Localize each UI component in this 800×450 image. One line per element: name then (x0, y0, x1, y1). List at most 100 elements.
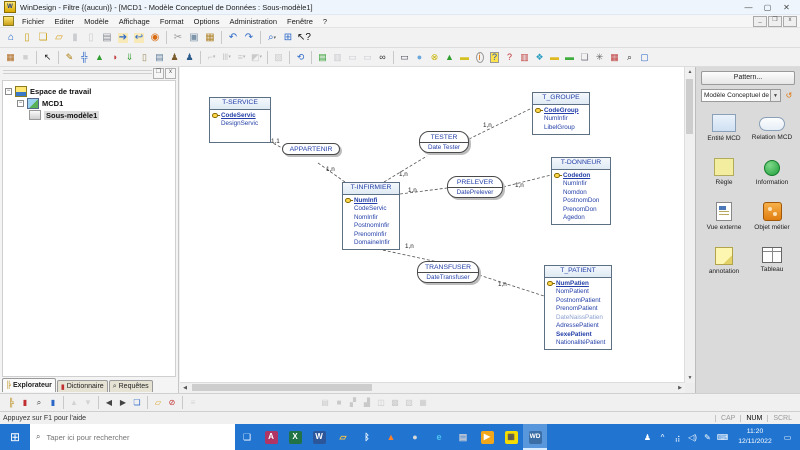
vlc-taskbar-button[interactable]: ▲ (379, 424, 403, 450)
search-button[interactable]: ⌕ (32, 396, 46, 410)
excel-taskbar-button[interactable]: X (283, 424, 307, 450)
relation-transfuser[interactable]: TRANSFUSERDateTransfuser (417, 261, 479, 283)
user-schedule-button[interactable]: ♟ (182, 49, 197, 65)
exclusion-tool-button[interactable]: ⊗ (427, 49, 442, 65)
scroll-down-arrow[interactable]: ▼ (685, 373, 695, 383)
molecule-tool-button[interactable]: ✳ (592, 49, 607, 65)
form-button[interactable]: ▤ (152, 49, 167, 65)
minimize-button[interactable]: — (739, 1, 758, 14)
constraint-tool-button[interactable]: ? (502, 49, 517, 65)
hierarchy-button[interactable]: ╬ (77, 49, 92, 65)
fill-mode-button[interactable]: ■ (332, 396, 346, 410)
nav-right-button[interactable]: ▶ (116, 396, 130, 410)
menu-fen-tre[interactable]: Fenêtre (282, 17, 318, 26)
ellipse-tool-button[interactable]: ● (412, 49, 427, 65)
menu-options[interactable]: Options (189, 17, 225, 26)
panel-close-button[interactable]: x (165, 68, 176, 79)
vertical-scroll-thumb[interactable] (686, 79, 693, 134)
windesign-doc-taskbar-button[interactable]: ▦ (499, 424, 523, 450)
publish-web-button[interactable]: ◉ (147, 30, 163, 46)
start-button[interactable]: ⊞ (0, 424, 30, 450)
settings-gray-taskbar-button[interactable]: ● (403, 424, 427, 450)
taskbar-search[interactable]: ⌕ (30, 424, 235, 450)
mdi-close-button[interactable]: x (783, 16, 797, 27)
cardinality-label[interactable]: 1,n (483, 122, 492, 129)
explorer-panel-header[interactable]: ❐ x (0, 67, 178, 79)
access-taskbar-button[interactable]: A (259, 424, 283, 450)
refresh-button[interactable]: ⟲ (293, 49, 308, 65)
copy-documents-button[interactable]: ❏ (35, 30, 51, 46)
align-rows-button[interactable]: ≡▾ (234, 49, 249, 65)
dictionary-button[interactable]: ▮ (18, 396, 32, 410)
relation-tester[interactable]: TESTERDate Tester (419, 131, 469, 153)
tree-expander[interactable]: − (17, 100, 24, 107)
document-menu-icon[interactable] (3, 16, 14, 26)
entity-mcd-tool[interactable]: Entité MCD (701, 114, 747, 142)
grid-button[interactable]: ⊞ (280, 30, 296, 46)
menu-mod-le[interactable]: Modèle (79, 17, 114, 26)
help-pointer-button[interactable]: ↖? (296, 30, 312, 46)
rule-tool[interactable]: Règle (701, 158, 747, 186)
external-view-tool[interactable]: Vue externe (701, 202, 747, 231)
maximize-button[interactable]: ▢ (758, 1, 777, 14)
entity-t-infirmier[interactable]: T-INFIRMIERNumInfiCodeServicNomInfirPost… (342, 182, 400, 250)
entity-t-groupe[interactable]: T_GROUPECodeGroupNumInfirLibelGroup (532, 92, 590, 135)
cardinality-label[interactable]: 1,n (408, 187, 417, 194)
touch-keyboard-button[interactable]: ⌨ (715, 433, 730, 442)
cardinality-label[interactable]: 1,n (405, 243, 414, 250)
open-folder-button[interactable]: ▱ (51, 30, 67, 46)
show-grid-button[interactable]: ▧ (402, 396, 416, 410)
mdi-restore-button[interactable]: ❐ (768, 16, 782, 27)
align-columns-button[interactable]: Ⅲ▾ (219, 49, 234, 65)
undo-button[interactable]: ↶ (225, 30, 241, 46)
pill-yellow-tool-button[interactable]: ▬ (547, 49, 562, 65)
align-stack-button[interactable]: ◩▾ (249, 49, 264, 65)
cardinality-label[interactable]: 1,n (515, 182, 524, 189)
explorer-tree-button[interactable]: ╠ (4, 396, 18, 410)
vertical-scrollbar[interactable]: ▲ ▼ (684, 67, 695, 383)
page-setup-button[interactable]: ▤ (318, 396, 332, 410)
word-taskbar-button[interactable]: W (307, 424, 331, 450)
zoom-area-button[interactable]: ▞ (346, 396, 360, 410)
table-tool[interactable]: Tableau (749, 247, 795, 275)
user-task-button[interactable]: ♟ (167, 49, 182, 65)
layers-button[interactable]: ▤ (315, 49, 330, 65)
diagram-canvas[interactable]: T-SERVICECodeServicDesignServicT_GROUPEC… (180, 67, 685, 383)
pattern-button[interactable]: Pattern... (701, 71, 795, 85)
pill-green-tool-button[interactable]: ▬ (562, 49, 577, 65)
move-down-button[interactable]: ▼ (81, 396, 95, 410)
tab-explorateur[interactable]: ╠Explorateur (2, 378, 56, 392)
save-all-button[interactable]: ▯ (83, 30, 99, 46)
new-document-button[interactable]: ▯ (19, 30, 35, 46)
tab-requetes[interactable]: ⌕Requêtes (109, 380, 153, 392)
cut-button[interactable]: ✂ (170, 30, 186, 46)
entity-t-donneur[interactable]: T-DONNEURCodedonNumInfirNomdonPostnomDon… (551, 157, 611, 225)
horizontal-scroll-thumb[interactable] (192, 384, 372, 391)
disabled-tool-button[interactable]: ■ (18, 49, 33, 65)
mdi-minimize-button[interactable]: _ (753, 16, 767, 27)
edge-taskbar-button[interactable]: e (427, 424, 451, 450)
panel-restore-button[interactable]: ❐ (153, 68, 164, 79)
pan-view-button[interactable]: ▟ (360, 396, 374, 410)
nav-left-button[interactable]: ◀ (102, 396, 116, 410)
bluetooth-taskbar-button[interactable]: ᛒ (355, 424, 379, 450)
move-up-button[interactable]: ▲ (67, 396, 81, 410)
lock-object-button[interactable]: ▥ (330, 49, 345, 65)
previous-view-button[interactable]: ◫ (374, 396, 388, 410)
action-center-button[interactable]: ▭ (780, 433, 795, 442)
import-document-button[interactable]: ↩ (131, 30, 147, 46)
align-corner-button[interactable]: ⌐▾ (204, 49, 219, 65)
cardinality-label[interactable]: 1,n (399, 171, 408, 178)
copy-button[interactable]: ▣ (186, 30, 202, 46)
select-arrow-button[interactable]: ↖ (40, 49, 55, 65)
help-tool-button[interactable]: ? (487, 49, 502, 65)
task-view-button[interactable]: ❏ (235, 424, 259, 450)
chevron-down-icon[interactable]: ▼ (770, 90, 780, 101)
pen-button[interactable]: ✎ (62, 49, 77, 65)
cardinality-label[interactable]: 1,n (498, 281, 507, 288)
menu-administration[interactable]: Administration (224, 17, 282, 26)
reset-palette-button[interactable]: ↺ (783, 90, 795, 102)
annotation-tool[interactable]: annotation (701, 247, 747, 275)
dash-tool-button[interactable]: ▬ (457, 49, 472, 65)
tree-expander[interactable]: − (5, 88, 12, 95)
